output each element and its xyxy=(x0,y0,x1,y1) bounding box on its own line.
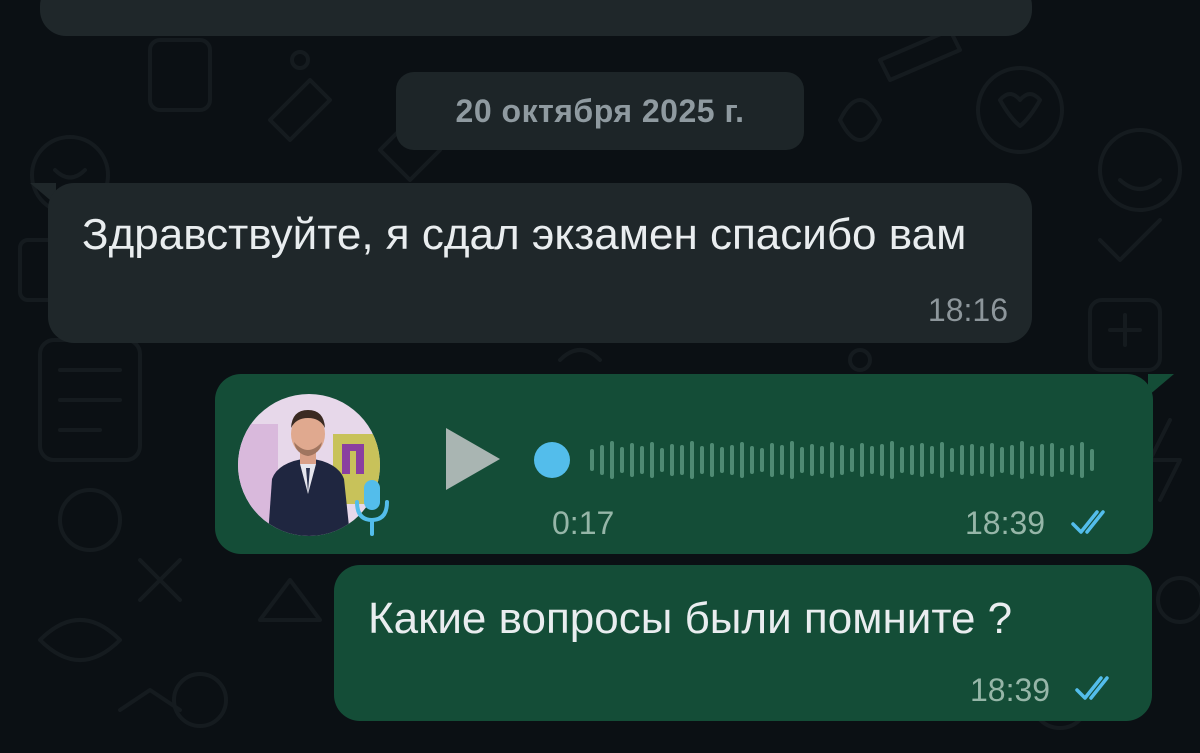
waveform-bar xyxy=(790,441,794,479)
waveform-bar xyxy=(730,445,734,475)
play-icon[interactable] xyxy=(442,426,502,492)
waveform-bar xyxy=(850,448,854,472)
waveform-bar xyxy=(840,445,844,475)
voice-waveform[interactable] xyxy=(530,420,1110,500)
waveform-bar xyxy=(890,441,894,479)
message-text: Какие вопросы были помните ? xyxy=(368,594,1013,643)
waveform-bar xyxy=(910,445,914,475)
waveform-bar xyxy=(1010,445,1014,475)
waveform-bar xyxy=(750,446,754,474)
waveform-bar xyxy=(970,444,974,476)
waveform-bar xyxy=(680,445,684,475)
waveform-bar xyxy=(830,442,834,478)
waveform-bar xyxy=(1070,445,1074,475)
waveform-bar xyxy=(700,446,704,474)
waveform-bar xyxy=(590,449,594,471)
waveform-bar xyxy=(670,444,674,476)
voice-progress-dot xyxy=(534,442,570,478)
waveform-bar xyxy=(1020,441,1024,479)
waveform-bar xyxy=(870,446,874,474)
waveform-bar xyxy=(1000,447,1004,473)
waveform-bar xyxy=(950,448,954,472)
waveform-bar xyxy=(880,444,884,476)
waveform-bar xyxy=(1090,449,1094,471)
message-time: 18:39 xyxy=(970,672,1051,708)
waveform-bar xyxy=(1040,444,1044,476)
waveform-bar xyxy=(900,447,904,473)
waveform-bar xyxy=(1060,448,1064,472)
waveform-bar xyxy=(690,441,694,479)
waveform-bar xyxy=(610,441,614,479)
microphone-icon xyxy=(355,480,389,536)
waveform-bar xyxy=(990,443,994,477)
waveform-bar xyxy=(920,443,924,477)
waveform-bar xyxy=(660,448,664,472)
waveform-bar xyxy=(640,446,644,474)
double-check-icon xyxy=(1071,510,1105,534)
date-divider: 20 октября 2025 г. xyxy=(396,72,804,150)
voice-message-time: 18:39 xyxy=(965,505,1046,541)
waveform-bar xyxy=(770,443,774,477)
waveform-bar xyxy=(1050,443,1054,477)
waveform-bar xyxy=(780,445,784,475)
waveform-bar xyxy=(800,447,804,473)
waveform-bar xyxy=(710,443,714,477)
previous-incoming-bubble xyxy=(40,0,1032,36)
waveform-bar xyxy=(1080,442,1084,478)
waveform-bar xyxy=(650,442,654,478)
waveform-bar xyxy=(940,442,944,478)
waveform-bar xyxy=(980,446,984,474)
message-text: Здравствуйте, я сдал экзамен спасибо вам xyxy=(82,210,967,259)
waveform-bar xyxy=(600,445,604,475)
waveform-bar xyxy=(1030,446,1034,474)
waveform-bar xyxy=(740,442,744,478)
waveform-bar xyxy=(720,447,724,473)
waveform-bar xyxy=(960,445,964,475)
message-time: 18:16 xyxy=(927,292,1008,328)
waveform-bar xyxy=(820,446,824,474)
waveform-bar xyxy=(760,448,764,472)
waveform-bar xyxy=(810,444,814,476)
double-check-icon xyxy=(1075,676,1109,700)
chat-conversation: 20 октября 2025 г. Здравствуйте, я сдал … xyxy=(0,0,1200,753)
waveform-bar xyxy=(860,443,864,477)
voice-duration: 0:17 xyxy=(552,505,615,541)
waveform-bar xyxy=(930,446,934,474)
incoming-message[interactable]: Здравствуйте, я сдал экзамен спасибо вам… xyxy=(48,183,1032,343)
waveform-bar xyxy=(630,443,634,477)
waveform-bar xyxy=(620,447,624,473)
